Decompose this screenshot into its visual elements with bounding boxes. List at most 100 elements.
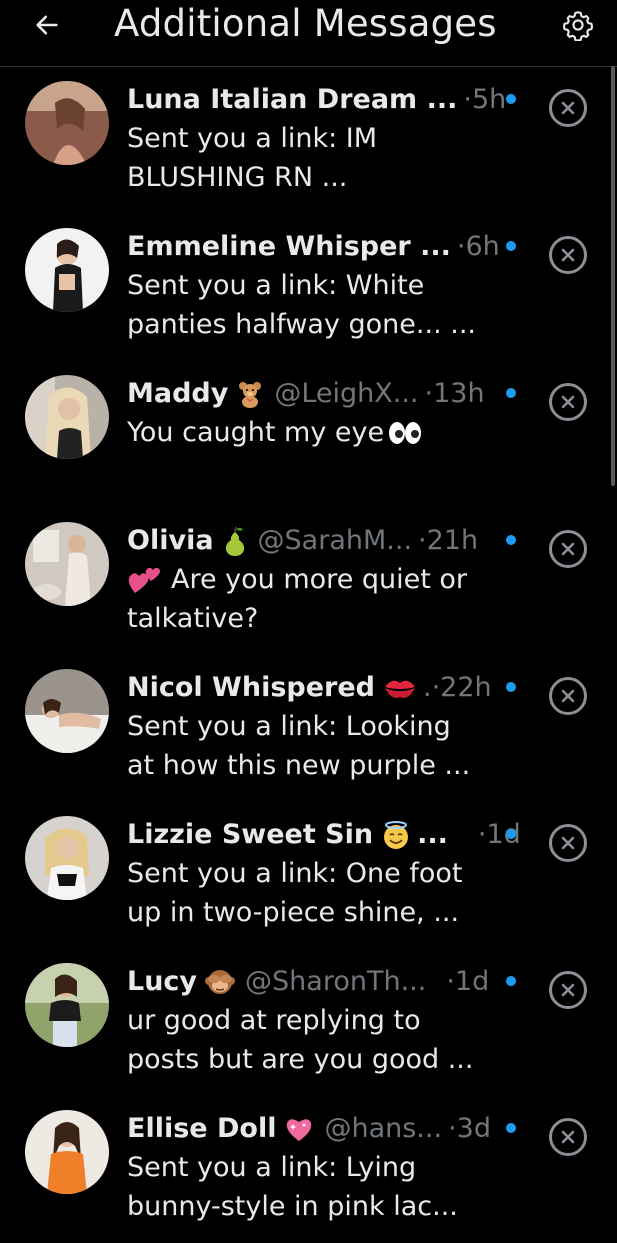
message-line: talkative? xyxy=(127,603,259,634)
close-icon xyxy=(561,395,575,409)
top-bar: Additional Messages xyxy=(0,0,617,67)
timestamp: ·21h xyxy=(418,525,479,556)
halo-smile-icon xyxy=(381,820,411,850)
unread-dot xyxy=(506,94,516,104)
sender-name: Emmeline Whisper ... xyxy=(127,231,451,262)
unread-dot xyxy=(506,682,516,692)
list-item[interactable]: Nicol Whispered .·22h Sent you a link: L… xyxy=(0,655,617,802)
close-icon xyxy=(561,101,575,115)
avatar[interactable] xyxy=(25,522,109,606)
dismiss-button[interactable] xyxy=(549,677,587,715)
list-item[interactable]: Maddy @LeighX... ·13h You caught my eye xyxy=(0,361,617,508)
close-icon xyxy=(561,983,575,997)
dismiss-button[interactable] xyxy=(549,971,587,1009)
message-line: Sent you a link: One foot xyxy=(127,858,463,889)
gear-icon xyxy=(562,11,594,41)
dismiss-button[interactable] xyxy=(549,824,587,862)
sparkling-heart-icon xyxy=(284,1115,314,1143)
two-hearts-icon xyxy=(127,565,161,595)
avatar[interactable] xyxy=(25,963,109,1047)
avatar[interactable] xyxy=(25,1110,109,1194)
sender-name: Ellise Doll xyxy=(127,1113,277,1144)
message-preview: ur good at replying to posts but are you… xyxy=(127,1001,517,1079)
sender-line: Emmeline Whisper ... ·6h xyxy=(127,228,527,266)
dismiss-button[interactable] xyxy=(549,236,587,274)
message-line: Sent you a link: Looking xyxy=(127,711,451,742)
avatar[interactable] xyxy=(25,375,109,459)
eyes-icon xyxy=(388,421,422,445)
sender-handle: @SharonTh... xyxy=(245,966,427,997)
sender-name: Lucy xyxy=(127,966,198,997)
sender-name: Olivia xyxy=(127,525,214,556)
sender-name: Maddy xyxy=(127,378,229,409)
sender-name: Nicol Whispered xyxy=(127,672,375,703)
close-icon xyxy=(561,1130,575,1144)
message-line: Sent you a link: Lying xyxy=(127,1152,417,1183)
sender-line: Nicol Whispered .·22h xyxy=(127,669,527,707)
list-item[interactable]: Lucy @SharonTh... ·1d ur good at replyin… xyxy=(0,949,617,1096)
see-no-evil-monkey-icon xyxy=(205,968,236,996)
timestamp: ·3d xyxy=(448,1113,491,1144)
message-line: Are you more quiet or xyxy=(171,564,468,595)
message-line-wrap: You caught my eye xyxy=(127,413,517,452)
message-preview: Sent you a link: One foot up in two-piec… xyxy=(127,854,517,932)
list-item[interactable]: Emmeline Whisper ... ·6h Sent you a link… xyxy=(0,214,617,361)
list-item[interactable]: Lizzie Sweet Sin ... ·1d Sent you a link… xyxy=(0,802,617,949)
sender-line: Lizzie Sweet Sin ... ·1d xyxy=(127,816,527,854)
timestamp: ·1d xyxy=(446,966,490,997)
name-overflow: ... xyxy=(417,819,448,850)
sender-line: Ellise Doll @hans... ·3d xyxy=(127,1110,527,1148)
pear-icon xyxy=(222,526,248,556)
message-line-wrap: Are you more quiet or xyxy=(127,560,517,599)
kiss-lips-icon xyxy=(383,675,417,701)
unread-dot xyxy=(506,388,516,398)
avatar[interactable] xyxy=(25,228,109,312)
sender-line: Maddy @LeighX... ·13h xyxy=(127,375,527,413)
message-line: panties halfway gone... ... xyxy=(127,309,476,340)
sender-handle: @SarahM... xyxy=(257,525,413,556)
settings-button[interactable] xyxy=(560,7,596,43)
unread-dot xyxy=(506,241,516,251)
message-line: at how this new purple ... xyxy=(127,750,471,781)
message-preview: Sent you a link: Looking at how this new… xyxy=(127,707,517,785)
avatar[interactable] xyxy=(25,816,109,900)
message-line: Sent you a link: IM xyxy=(127,123,378,154)
message-line: bunny-style in pink lac... xyxy=(127,1191,458,1222)
close-icon xyxy=(561,248,575,262)
close-icon xyxy=(561,542,575,556)
message-preview: Sent you a link: IM BLUSHING RN ... xyxy=(127,119,517,197)
sender-name: Luna Italian Dream ... xyxy=(127,84,458,115)
close-icon xyxy=(561,689,575,703)
dismiss-button[interactable] xyxy=(549,1118,587,1156)
timestamp: ·6h xyxy=(456,231,500,262)
message-preview: You caught my eye xyxy=(127,413,517,452)
list-item[interactable]: Ellise Doll @hans... ·3d Sent you a link… xyxy=(0,1096,617,1243)
dismiss-button[interactable] xyxy=(549,383,587,421)
timestamp: ·5h xyxy=(463,84,507,115)
unread-dot xyxy=(506,535,516,545)
sender-line: Olivia @SarahM... ·21h xyxy=(127,522,527,560)
dismiss-button[interactable] xyxy=(549,89,587,127)
close-icon xyxy=(561,836,575,850)
message-line: You caught my eye xyxy=(127,417,385,448)
timestamp: .·22h xyxy=(422,672,492,703)
dismiss-button[interactable] xyxy=(549,530,587,568)
list-item[interactable]: Olivia @SarahM... ·21h Are you more quie… xyxy=(0,508,617,655)
page-title: Additional Messages xyxy=(114,2,497,45)
sender-line: Lucy @SharonTh... ·1d xyxy=(127,963,527,1001)
avatar[interactable] xyxy=(25,81,109,165)
sender-handle: @LeighX... xyxy=(274,378,419,409)
unread-dot xyxy=(506,829,516,839)
message-line: BLUSHING RN ... xyxy=(127,162,348,193)
message-line: Sent you a link: White xyxy=(127,270,425,301)
sender-name: Lizzie Sweet Sin xyxy=(127,819,374,850)
list-item[interactable]: Luna Italian Dream ... ·5h Sent you a li… xyxy=(0,67,617,214)
avatar[interactable] xyxy=(25,669,109,753)
back-button[interactable] xyxy=(30,8,64,42)
arrow-left-icon xyxy=(36,15,58,35)
sender-line: Luna Italian Dream ... ·5h xyxy=(127,81,527,119)
unread-dot xyxy=(506,976,516,986)
message-line: posts but are you good ... xyxy=(127,1044,474,1075)
message-preview: Sent you a link: Lying bunny-style in pi… xyxy=(127,1148,517,1226)
sender-handle: @hans... xyxy=(324,1113,443,1144)
